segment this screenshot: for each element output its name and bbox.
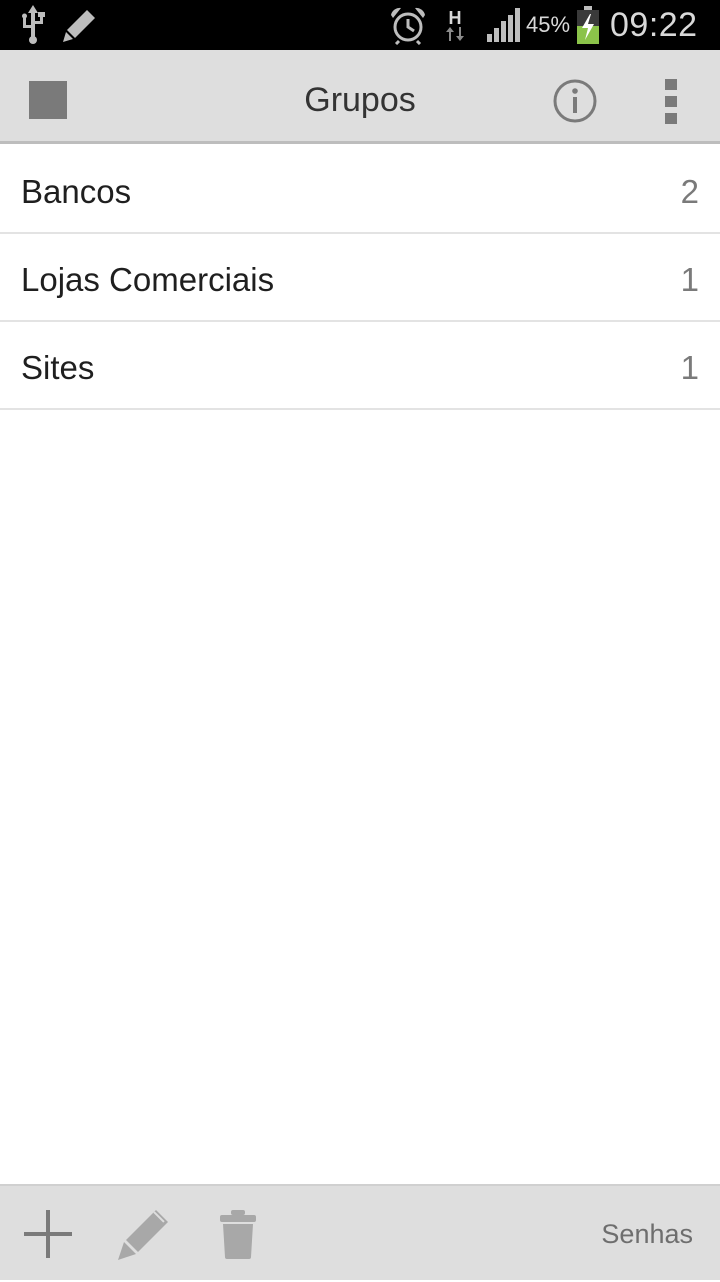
- app-icon[interactable]: [29, 81, 67, 119]
- add-button[interactable]: [18, 1204, 78, 1264]
- list-item[interactable]: Lojas Comerciais 1: [0, 234, 720, 322]
- clock: 09:22: [610, 6, 698, 44]
- edit-icon: [118, 1210, 168, 1260]
- group-count: 2: [680, 173, 699, 210]
- bottom-toolbar: Senhas: [0, 1184, 720, 1280]
- overflow-menu-button[interactable]: [650, 74, 692, 128]
- info-button[interactable]: [548, 74, 602, 128]
- page-title: Grupos: [304, 81, 416, 119]
- network-type-label: H: [448, 8, 462, 28]
- action-bar: Grupos: [0, 50, 720, 144]
- add-icon: [24, 1210, 72, 1258]
- group-name: Lojas Comerciais: [21, 261, 275, 298]
- hspa-data-icon: H: [440, 0, 470, 50]
- signal-icon: [486, 0, 522, 50]
- info-icon: [553, 79, 597, 123]
- overflow-menu-icon: [665, 79, 677, 124]
- trash-icon: [220, 1210, 256, 1259]
- edit-icon: [60, 0, 100, 50]
- list-item[interactable]: Bancos 2: [0, 146, 720, 234]
- group-count: 1: [680, 349, 699, 386]
- edit-button[interactable]: [114, 1204, 174, 1264]
- battery-percent: 45%: [526, 12, 571, 37]
- group-count: 1: [680, 261, 699, 298]
- battery-charging-icon: [575, 0, 601, 50]
- group-list: Bancos 2 Lojas Comerciais 1 Sites 1: [0, 146, 720, 410]
- delete-button[interactable]: [208, 1204, 268, 1264]
- group-name: Bancos: [21, 173, 132, 210]
- group-name: Sites: [21, 349, 95, 386]
- alarm-icon: [388, 0, 428, 50]
- list-item[interactable]: Sites 1: [0, 322, 720, 410]
- status-bar: H 45% 09:22: [0, 0, 720, 50]
- usb-icon: [16, 0, 50, 50]
- senhas-button[interactable]: Senhas: [601, 1186, 693, 1282]
